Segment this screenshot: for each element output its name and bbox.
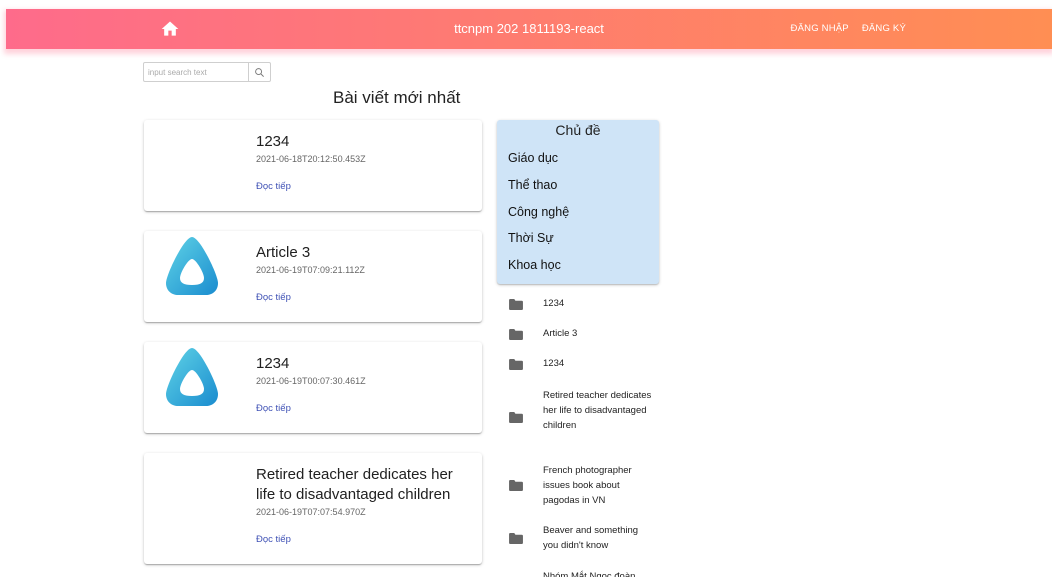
list-item[interactable]: Nhóm Mắt Ngọc đoàn [497,568,659,577]
article-date: 2021-06-19T07:09:21.112Z [256,265,365,275]
list-item-label: Nhóm Mắt Ngọc đoàn [543,571,636,577]
folder-icon [509,299,523,310]
article-title: Article 3 [256,244,311,261]
article-thumbnail-image [166,348,218,406]
article-card: 1234 2021-06-19T00:07:30.461Z Đọc tiếp [144,342,482,433]
app-bar: ttcnpm 202 1811193-react ĐĂNG NHẬP ĐĂNG … [6,9,1052,49]
list-item[interactable]: French photographer issues book about pa… [497,461,659,511]
read-more-link[interactable]: Đọc tiếp [256,403,291,414]
folder-icon [509,412,523,423]
folder-icon [509,359,523,370]
search-icon [255,67,264,77]
read-more-link[interactable]: Đọc tiếp [256,292,291,303]
list-item-label: French photographer issues book about pa… [543,465,632,506]
topics-heading: Chủ đề [555,122,601,138]
section-title: Bài viết mới nhất [333,88,461,107]
signup-button[interactable]: ĐĂNG KÝ [862,23,906,34]
article-card: 1234 2021-06-18T20:12:50.453Z Đọc tiếp [144,120,482,211]
list-item-label: Retired teacher dedicates her life to di… [543,390,652,431]
folder-icon [509,329,523,340]
auth-buttons: ĐĂNG NHẬP ĐĂNG KÝ [791,23,906,34]
folder-icon [509,480,523,491]
read-more-link[interactable]: Đọc tiếp [256,181,291,192]
topics-panel: Chủ đề Giáo dục Thể thao Công nghệ Thời … [497,120,659,284]
login-button[interactable]: ĐĂNG NHẬP [791,23,849,34]
article-thumbnail-image [166,237,218,295]
article-card: Retired teacher dedicates her life to di… [144,453,482,564]
list-item[interactable]: 1234 [497,350,659,380]
topic-item[interactable]: Giáo dục [508,151,558,165]
article-date: 2021-06-18T20:12:50.453Z [256,154,366,164]
topic-item[interactable]: Thể thao [508,178,557,192]
read-more-link[interactable]: Đọc tiếp [256,534,291,545]
list-item[interactable]: Article 3 [497,320,659,350]
article-card: Article 3 2021-06-19T07:09:21.112Z Đọc t… [144,231,482,322]
list-item-label: Beaver and something you didn't know [543,525,639,551]
topic-item[interactable]: Khoa học [508,258,561,272]
list-item[interactable]: 1234 [497,290,659,320]
topic-item[interactable]: Thời Sự [508,231,554,245]
article-date: 2021-06-19T07:07:54.970Z [256,507,366,517]
list-item-label: 1234 [543,358,565,369]
article-date: 2021-06-19T00:07:30.461Z [256,376,366,386]
list-item[interactable]: Retired teacher dedicates her life to di… [497,385,659,451]
folder-icon [509,533,523,544]
article-title: Retired teacher dedicates her life to di… [256,466,453,503]
list-item-label: 1234 [543,298,565,309]
search-input[interactable] [143,62,249,82]
topic-item[interactable]: Công nghệ [508,205,569,219]
search-bar [143,62,271,82]
list-item[interactable]: Beaver and something you didn't know [497,521,659,557]
article-title: 1234 [256,133,290,150]
list-item-label: Article 3 [543,328,578,339]
search-button[interactable] [249,62,271,82]
article-title: 1234 [256,355,290,372]
